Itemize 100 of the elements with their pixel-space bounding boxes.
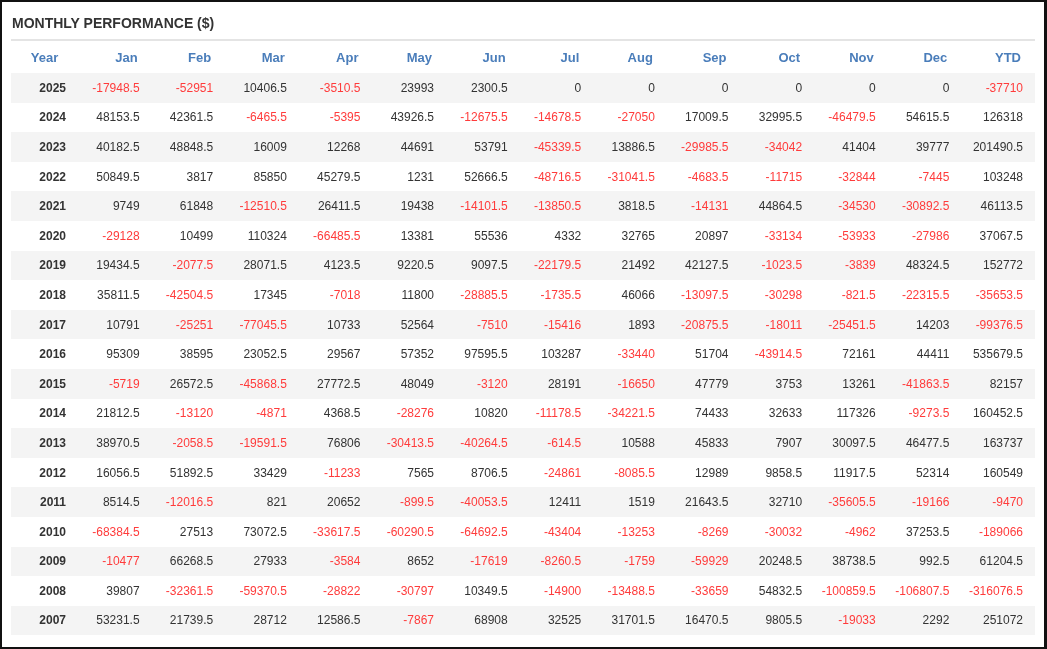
table-cell: 13886.5 [593,132,667,162]
table-cell: 17009.5 [666,102,741,133]
table-cell: -1735.5 [519,280,594,310]
table-cell: 43926.5 [372,102,447,133]
table-cell: -19033 [814,605,888,636]
table-cell: -3120 [446,368,520,399]
table-cell: 46113.5 [961,191,1035,221]
table-cell: -7018 [298,280,373,310]
table-cell: 10588 [593,428,667,458]
table-cell: 12411 [519,487,594,517]
table-cell: 19434.5 [78,250,152,281]
table-cell: -40264.5 [446,428,520,458]
table-cell: -14101.5 [446,191,520,221]
table-cell: 42127.5 [666,250,741,281]
table-cell: 110324 [225,220,299,251]
column-header: Year [11,42,78,73]
table-cell: 9097.5 [446,250,520,281]
table-cell: -52951 [151,73,226,103]
table-cell: 85850 [225,161,299,192]
table-cell: 27772.5 [298,368,373,399]
table-cell: 35811.5 [78,280,152,310]
table-cell: 39807 [78,576,152,606]
table-cell: 21492 [593,250,667,281]
table-cell: 42361.5 [151,102,226,133]
table-cell: 27933 [225,546,299,577]
year-cell: 2024 [11,102,78,133]
table-cell: 47779 [666,368,741,399]
table-cell: -59929 [666,546,741,577]
table-cell: -14131 [666,191,741,221]
table-cell: -14900 [519,576,594,606]
table-cell: 17345 [225,280,299,310]
table-cell: 27513 [151,516,226,547]
table-cell: -27050 [593,102,667,133]
table-cell: -30413.5 [372,428,447,458]
table-cell: 45833 [666,428,741,458]
table-cell: 103248 [961,161,1035,192]
table-cell: 9220.5 [372,250,447,281]
table-cell: -22179.5 [519,250,594,281]
table-cell: 52564 [372,309,447,340]
table-cell: 74433 [666,398,741,429]
table-cell: 48049 [372,368,447,399]
table-cell: 10733 [298,309,373,340]
table-cell: 160452.5 [961,398,1035,429]
table-cell: 28071.5 [225,250,299,281]
table-cell: -899.5 [372,487,447,517]
table-cell: -33659 [666,576,741,606]
table-cell: 52666.5 [446,161,520,192]
column-header: Aug [593,42,667,73]
table-cell: 54615.5 [887,102,962,133]
table-cell: -60290.5 [372,516,447,547]
table-cell: 46066 [593,280,667,310]
table-cell: -1023.5 [740,250,815,281]
table-cell: 10820 [446,398,520,429]
table-cell: -25451.5 [814,309,888,340]
table-cell: 12989 [666,457,741,488]
table-cell: 0 [814,73,888,103]
table-cell: -46479.5 [814,102,888,133]
table-cell: -17619 [446,546,520,577]
year-cell: 2025 [11,73,78,103]
table-cell: -3584 [298,546,373,577]
table-cell: -821.5 [814,280,888,310]
table-cell: 0 [740,73,815,103]
table-cell: -42504.5 [151,280,226,310]
year-cell: 2021 [11,191,78,221]
table-cell: 45279.5 [298,161,373,192]
table-cell: 53791 [446,132,520,162]
table-cell: -15416 [519,309,594,340]
year-cell: 2012 [11,457,78,488]
table-cell: -59370.5 [225,576,299,606]
panel-title: MONTHLY PERFORMANCE ($) [11,2,1035,41]
table-cell: 44691 [372,132,447,162]
table-cell: 44864.5 [740,191,815,221]
table-cell: 32710 [740,487,815,517]
table-cell: 3753 [740,368,815,399]
table-cell: -28885.5 [446,280,520,310]
table-cell: 39777 [887,132,962,162]
table-cell: 3817 [151,161,226,192]
table-cell: -19166 [887,487,962,517]
table-cell: -28822 [298,576,373,606]
table-cell: -35653.5 [961,280,1035,310]
year-cell: 2018 [11,280,78,310]
table-cell: 31701.5 [593,605,667,636]
table-cell: 1519 [593,487,667,517]
table-cell: -64692.5 [446,516,520,547]
table-cell: 33429 [225,457,299,488]
table-cell: 32525 [519,605,594,636]
table-cell: 4123.5 [298,250,373,281]
table-cell: -27986 [887,220,962,251]
table-cell: 51704 [666,339,741,369]
table-cell: 26411.5 [298,191,373,221]
table-cell: -16650 [593,368,667,399]
table-cell: 11800 [372,280,447,310]
table-cell: -5395 [298,102,373,133]
table-cell: 44411 [887,339,962,369]
table-cell: 535679.5 [961,339,1035,369]
table-cell: -33440 [593,339,667,369]
table-cell: 38970.5 [78,428,152,458]
table-cell: 7907 [740,428,815,458]
table-cell: 2300.5 [446,73,520,103]
table-cell: -3510.5 [298,73,373,103]
